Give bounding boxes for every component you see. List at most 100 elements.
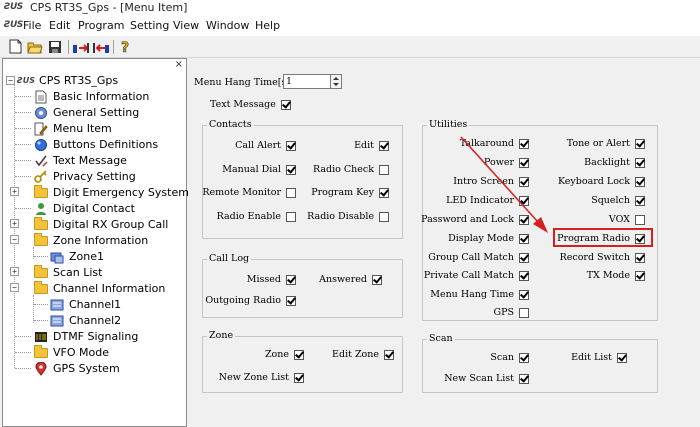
menu-hang-time-checkbox[interactable]	[519, 289, 529, 300]
tree-item-digital-contact[interactable]: Digital Contact	[33, 201, 135, 216]
outgoing-radio-checkbox[interactable]	[286, 295, 296, 306]
intro-screen-option[interactable]: Intro Screen	[453, 176, 529, 187]
backlight-option[interactable]: Backlight	[584, 157, 645, 168]
new-icon[interactable]	[6, 38, 24, 55]
remote-monitor-checkbox[interactable]	[286, 187, 296, 198]
write-radio-icon[interactable]	[92, 38, 110, 55]
collapse-toggle[interactable]: −	[10, 283, 19, 292]
radio-enable-option[interactable]: Radio Enable	[217, 211, 296, 222]
menu-setting[interactable]: Setting	[130, 19, 169, 32]
menu-app-logo[interactable]: ƧUS	[4, 20, 23, 30]
menu-program[interactable]: Program	[78, 19, 124, 32]
tx-mode-option[interactable]: TX Mode	[587, 270, 645, 281]
radio-check-checkbox[interactable]	[379, 164, 389, 175]
program-key-checkbox[interactable]	[379, 187, 389, 198]
expand-toggle[interactable]: +	[10, 267, 19, 276]
new-scan-list-checkbox[interactable]	[519, 373, 529, 384]
group-call-match-option[interactable]: Group Call Match	[428, 252, 529, 263]
zone-checkbox[interactable]	[294, 349, 304, 360]
group-call-match-checkbox[interactable]	[519, 252, 529, 263]
menu-hang-time-value[interactable]: 1	[283, 74, 331, 89]
tree-item-buttons-definitions[interactable]: Buttons Definitions	[33, 137, 158, 152]
gps-option[interactable]: GPS	[494, 307, 529, 318]
spinner-arrows-icon[interactable]	[331, 74, 342, 89]
text-message-option[interactable]: Text Message	[210, 99, 291, 110]
tx-mode-checkbox[interactable]	[635, 270, 645, 281]
manual-dial-checkbox[interactable]	[286, 164, 296, 175]
squelch-option[interactable]: Squelch	[591, 195, 645, 206]
vox-option[interactable]: VOX	[609, 214, 645, 225]
record-switch-option[interactable]: Record Switch	[560, 252, 645, 263]
menu-window[interactable]: Window	[206, 19, 249, 32]
new-zone-list-option[interactable]: New Zone List	[219, 372, 304, 383]
save-icon[interactable]	[46, 38, 64, 55]
tree-item-scan-list[interactable]: Scan List	[33, 264, 102, 280]
tree-item-privacy-setting[interactable]: Privacy Setting	[33, 169, 136, 184]
tree-item-channel2[interactable]: Channel2	[49, 313, 121, 328]
tree-item-gps-system[interactable]: GPS System	[33, 361, 120, 376]
radio-disable-checkbox[interactable]	[379, 211, 389, 222]
answered-checkbox[interactable]	[372, 274, 382, 285]
tree-item-channel-information[interactable]: Channel Information	[33, 280, 165, 296]
tone-or-alert-checkbox[interactable]	[635, 138, 645, 149]
edit-zone-option[interactable]: Edit Zone	[332, 349, 394, 360]
read-radio-icon[interactable]	[72, 38, 90, 55]
menu-hang-time-option[interactable]: Menu Hang Time	[430, 289, 529, 300]
record-switch-checkbox[interactable]	[635, 252, 645, 263]
collapse-toggle[interactable]: −	[10, 235, 19, 244]
display-mode-checkbox[interactable]	[519, 233, 529, 244]
vox-checkbox[interactable]	[635, 214, 645, 225]
expand-toggle[interactable]: +	[10, 187, 19, 196]
edit-zone-checkbox[interactable]	[384, 349, 394, 360]
tree-item-menu-item[interactable]: Menu Item	[33, 121, 112, 136]
radio-enable-checkbox[interactable]	[286, 211, 296, 222]
edit-list-checkbox[interactable]	[617, 352, 627, 363]
zone-option[interactable]: Zone	[265, 349, 304, 360]
menu-view[interactable]: View	[173, 19, 199, 32]
menu-hang-time-spinner[interactable]: 1	[283, 74, 342, 89]
tree-item-zone1[interactable]: Zone1	[49, 249, 104, 264]
menu-help[interactable]: Help	[255, 19, 280, 32]
missed-checkbox[interactable]	[286, 274, 296, 285]
tree-item-basic-information[interactable]: Basic Information	[33, 89, 149, 104]
led-indicator-option[interactable]: LED Indicator	[446, 195, 529, 206]
answered-option[interactable]: Answered	[319, 274, 382, 285]
remote-monitor-option[interactable]: Remote Monitor	[202, 187, 296, 198]
intro-screen-checkbox[interactable]	[519, 176, 529, 187]
tone-or-alert-option[interactable]: Tone or Alert	[567, 138, 645, 149]
password-and-lock-checkbox[interactable]	[519, 214, 529, 225]
menu-file[interactable]: File	[23, 19, 41, 32]
text-message-checkbox[interactable]	[280, 99, 291, 110]
backlight-checkbox[interactable]	[635, 157, 645, 168]
keyboard-lock-option[interactable]: Keyboard Lock	[558, 176, 645, 187]
new-zone-list-checkbox[interactable]	[294, 372, 304, 383]
talkaround-checkbox[interactable]	[519, 138, 529, 149]
expand-toggle[interactable]: +	[10, 219, 19, 228]
password-and-lock-option[interactable]: Password and Lock	[421, 214, 529, 225]
squelch-checkbox[interactable]	[635, 195, 645, 206]
outgoing-radio-option[interactable]: Outgoing Radio	[205, 295, 296, 306]
collapse-toggle[interactable]: −	[6, 76, 15, 85]
edit-option[interactable]: Edit	[354, 140, 389, 151]
missed-option[interactable]: Missed	[247, 274, 296, 285]
private-call-match-option[interactable]: Private Call Match	[424, 270, 529, 281]
close-icon[interactable]: ×	[175, 59, 183, 70]
radio-check-option[interactable]: Radio Check	[313, 164, 389, 175]
tree-item-zone-information[interactable]: Zone Information	[33, 232, 148, 248]
tree-item-text-message[interactable]: Text Message	[33, 153, 127, 168]
led-indicator-checkbox[interactable]	[519, 195, 529, 206]
menu-edit[interactable]: Edit	[49, 19, 70, 32]
display-mode-option[interactable]: Display Mode	[448, 233, 529, 244]
help-icon[interactable]: ?	[116, 38, 134, 55]
program-key-option[interactable]: Program Key	[311, 187, 389, 198]
tree-item-vfo-mode[interactable]: VFO Mode	[33, 344, 109, 360]
tree-item-dtmf-signaling[interactable]: DTMF Signaling	[33, 329, 138, 344]
edit-checkbox[interactable]	[379, 140, 389, 151]
keyboard-lock-checkbox[interactable]	[635, 176, 645, 187]
edit-list-option[interactable]: Edit List	[571, 352, 627, 363]
manual-dial-option[interactable]: Manual Dial	[222, 164, 296, 175]
open-icon[interactable]	[26, 38, 44, 55]
gps-checkbox[interactable]	[519, 307, 529, 318]
tree-root[interactable]: ƧUS CPS RT3S_Gps	[17, 73, 118, 88]
call-alert-checkbox[interactable]	[286, 140, 296, 151]
